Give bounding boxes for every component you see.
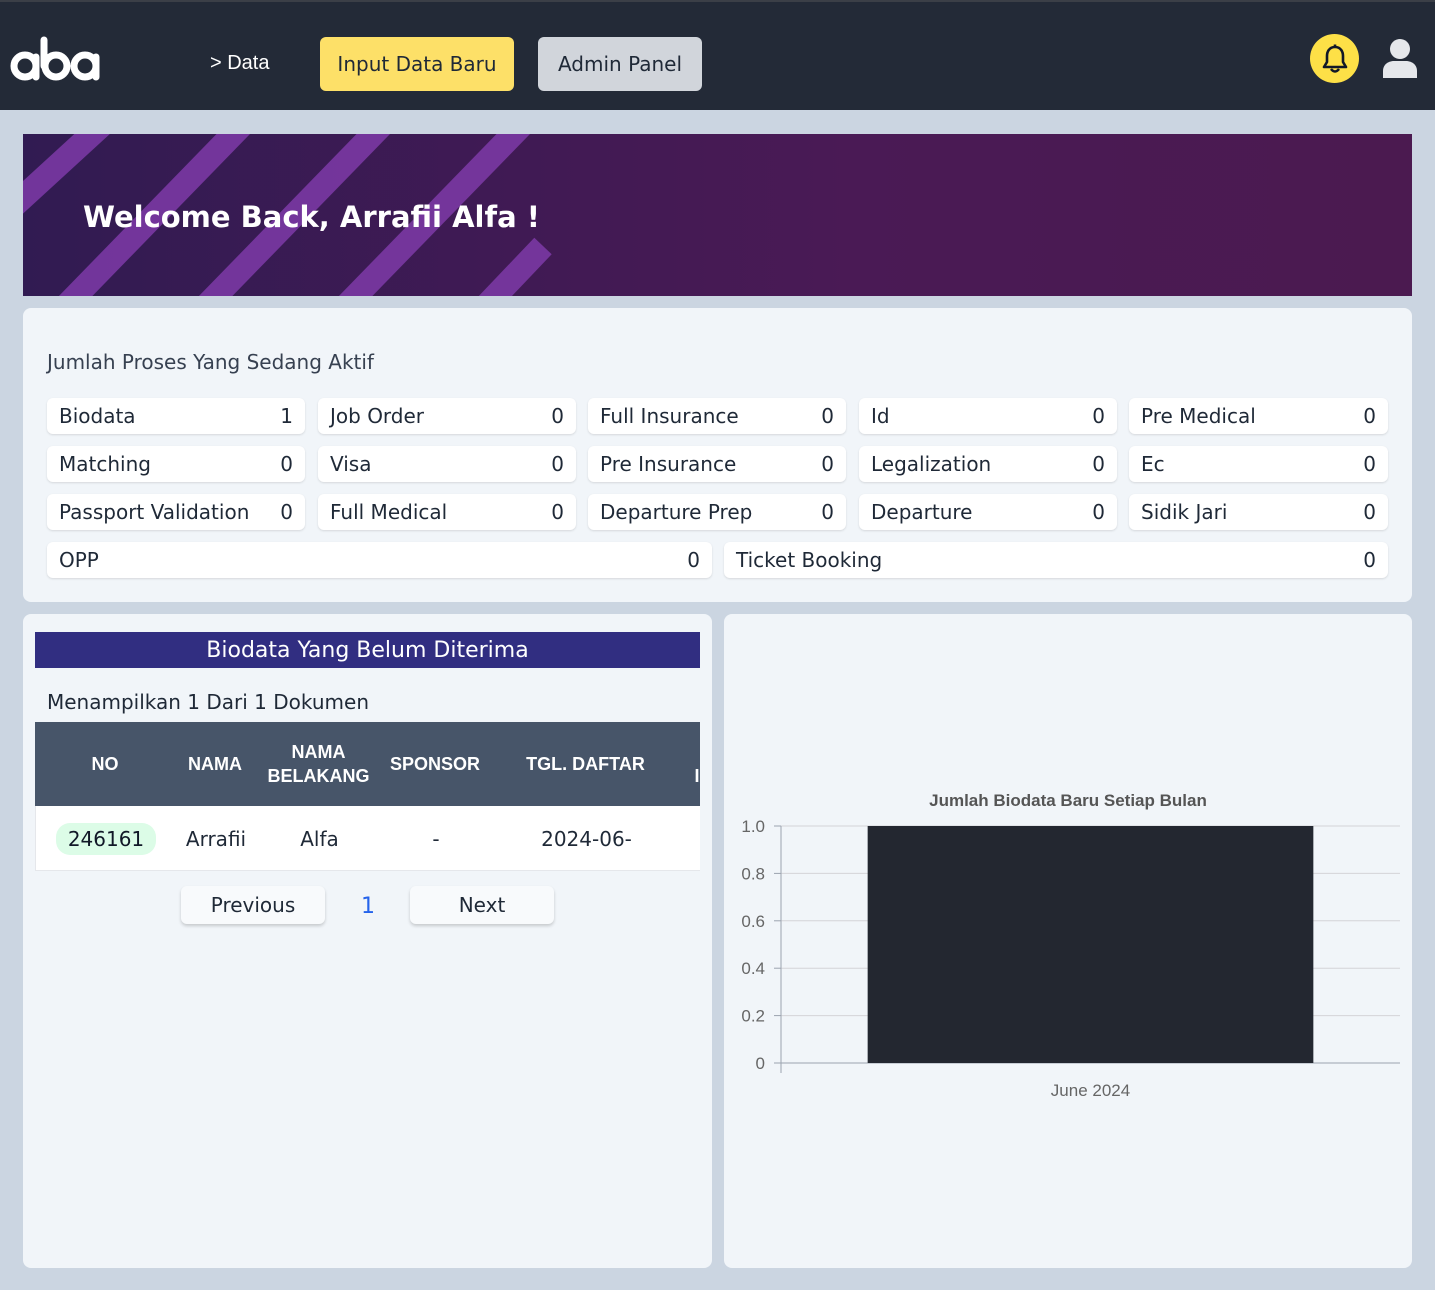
chart-ytick-label: 1.0 — [741, 817, 765, 836]
biodata-table[interactable]: NO NAMA NAMA BELAKANG SPONSOR TGL. DAFTA… — [35, 722, 700, 871]
cell-no: 246161 — [36, 806, 176, 871]
bell-icon — [1322, 44, 1347, 73]
chart-ytick-label: 0.2 — [741, 1007, 765, 1026]
column-header-nama[interactable]: NAMA — [175, 722, 255, 806]
process-item-id[interactable]: Id 0 — [859, 398, 1117, 434]
active-process-title: Jumlah Proses Yang Sedang Aktif — [47, 350, 374, 374]
process-item-departure[interactable]: Departure 0 — [859, 494, 1117, 530]
process-item-opp[interactable]: OPP 0 — [47, 542, 712, 578]
table-row[interactable]: 246161 Arrafii Alfa - 2024-06- — [35, 806, 700, 871]
process-item-visa[interactable]: Visa 0 — [318, 446, 576, 482]
cell-nama-belakang: Alfa — [300, 826, 339, 851]
process-item-full-medical[interactable]: Full Medical 0 — [318, 494, 576, 530]
user-avatar-icon[interactable] — [1382, 38, 1418, 78]
breadcrumb[interactable]: > Data — [210, 52, 269, 75]
pending-biodata-card: Biodata Yang Belum Diterima Menampilkan … — [23, 614, 712, 1268]
column-header-no[interactable]: NO — [35, 722, 175, 806]
process-item-passport-validation[interactable]: Passport Validation 0 — [47, 494, 305, 530]
process-item-pre-insurance[interactable]: Pre Insurance 0 — [588, 446, 846, 482]
process-item-ec[interactable]: Ec 0 — [1129, 446, 1388, 482]
notification-bell-button[interactable] — [1310, 34, 1359, 83]
top-navbar: > Data Input Data Baru Admin Panel — [0, 0, 1435, 110]
chart-xtick-label: June 2024 — [1051, 1081, 1130, 1100]
input-data-baru-button[interactable]: Input Data Baru — [320, 37, 514, 91]
id-badge: 246161 — [55, 822, 157, 855]
process-item-ticket-booking[interactable]: Ticket Booking 0 — [724, 542, 1388, 578]
column-header-tgl-daftar[interactable]: TGL. DAFTAR — [508, 722, 663, 806]
cell-tgl-daftar: 2024-06- — [541, 826, 632, 851]
active-process-card: Jumlah Proses Yang Sedang Aktif Biodata 1… — [23, 308, 1412, 602]
admin-panel-button[interactable]: Admin Panel — [538, 37, 702, 91]
process-item-legalization[interactable]: Legalization 0 — [859, 446, 1117, 482]
chart-ytick-label: 0.6 — [741, 912, 765, 931]
process-item-sidik-jari[interactable]: Sidik Jari 0 — [1129, 494, 1388, 530]
welcome-banner: Welcome Back, Arrafii Alfa ! — [23, 134, 1412, 296]
process-item-job-order[interactable]: Job Order 0 — [318, 398, 576, 434]
aba-logo[interactable] — [10, 32, 102, 84]
pending-biodata-title: Biodata Yang Belum Diterima — [35, 632, 700, 668]
document-count-text: Menampilkan 1 Dari 1 Dokumen — [47, 690, 370, 714]
cell-nama: Arrafii — [185, 826, 247, 851]
welcome-message: Welcome Back, Arrafii Alfa ! — [83, 200, 540, 234]
process-item-matching[interactable]: Matching 0 — [47, 446, 305, 482]
process-item-full-insurance[interactable]: Full Insurance 0 — [588, 398, 846, 434]
next-page-button[interactable]: Next — [410, 886, 554, 924]
chart-bar — [867, 826, 1314, 1063]
column-header-nama-belakang[interactable]: NAMA BELAKANG — [255, 722, 382, 806]
process-item-biodata[interactable]: Biodata 1 — [47, 398, 305, 434]
chart-ytick-label: 0.4 — [741, 959, 765, 978]
column-header-sponsor[interactable]: SPONSOR — [382, 722, 488, 806]
cell-sponsor: - — [432, 826, 440, 851]
monthly-biodata-bar-chart: Jumlah Biodata Baru Setiap Bulan 0 0.2 0.4… — [741, 791, 1400, 1100]
chart-ytick-label: 0 — [756, 1054, 765, 1073]
process-item-pre-medical[interactable]: Pre Medical 0 — [1129, 398, 1388, 434]
process-item-departure-prep[interactable]: Departure Prep 0 — [588, 494, 846, 530]
previous-page-button[interactable]: Previous — [181, 886, 325, 924]
chart-title: Jumlah Biodata Baru Setiap Bulan — [929, 791, 1207, 810]
monthly-biodata-chart-card: Jumlah Biodata Baru Setiap Bulan 0 0.2 0.4… — [724, 614, 1412, 1268]
table-header-row: NO NAMA NAMA BELAKANG SPONSOR TGL. DAFTA… — [35, 722, 700, 806]
current-page-number[interactable]: 1 — [361, 894, 375, 919]
chart-ytick-label: 0.8 — [741, 864, 765, 883]
